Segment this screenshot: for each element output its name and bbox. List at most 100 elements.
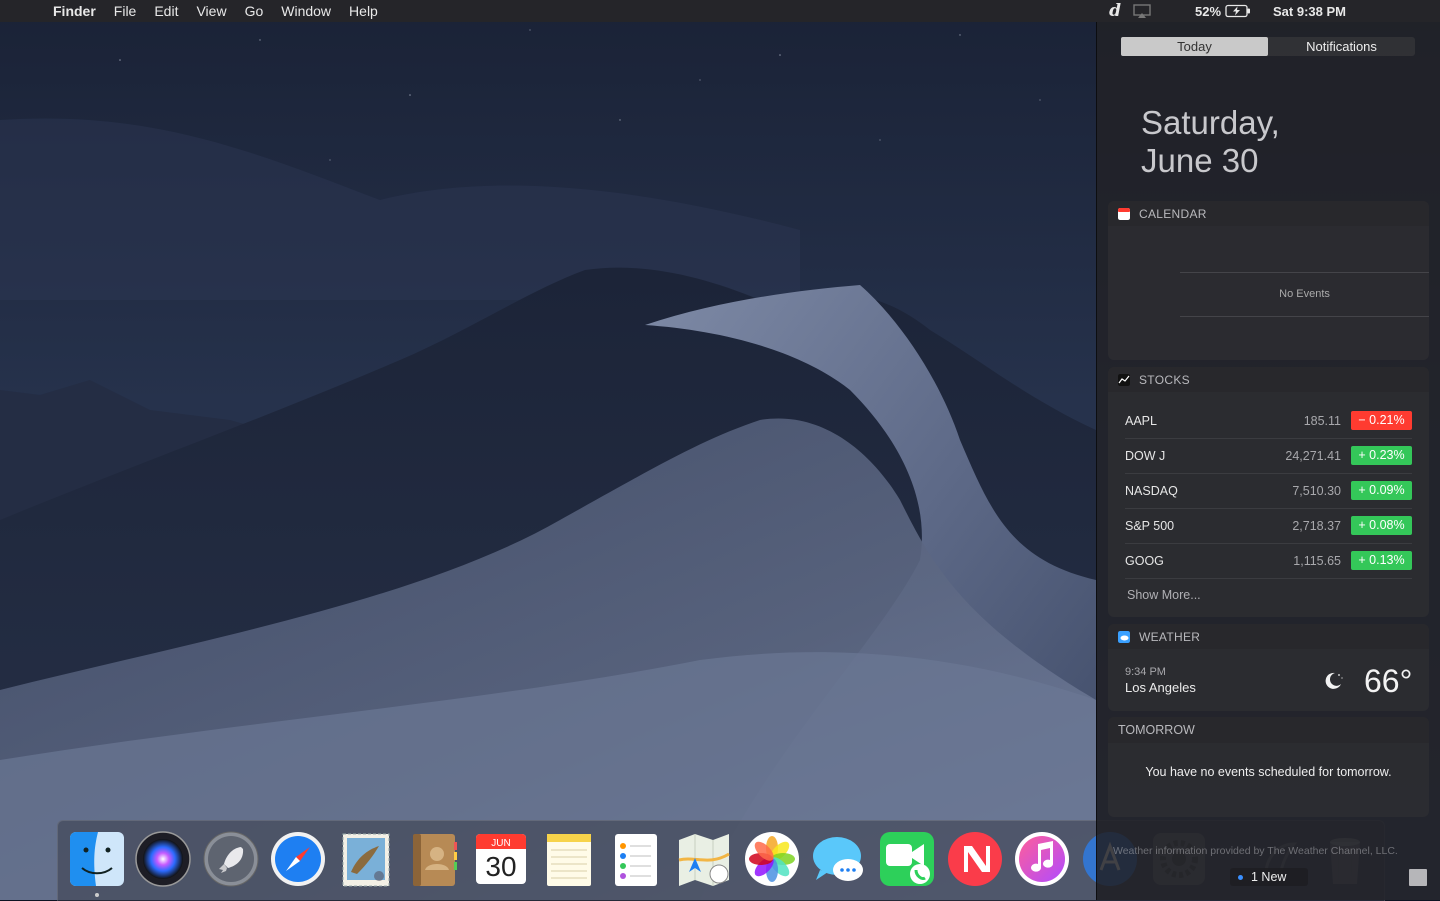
tomorrow-widget: TOMORROW You have no events scheduled fo… xyxy=(1108,717,1429,817)
dock-maps[interactable] xyxy=(675,830,733,888)
dock-siri[interactable] xyxy=(134,830,192,888)
dock-contacts[interactable] xyxy=(405,830,463,888)
dock-photos[interactable] xyxy=(743,830,801,888)
stocks-widget-header: STOCKS xyxy=(1108,367,1429,392)
dock-safari[interactable] xyxy=(269,830,327,888)
stock-row[interactable]: GOOG 1,115.65 + 0.13% xyxy=(1125,543,1412,579)
finder-icon xyxy=(70,832,124,886)
notification-center-settings-icon[interactable] xyxy=(1409,869,1427,886)
stock-symbol: S&P 500 xyxy=(1125,518,1175,533)
messages-icon xyxy=(813,837,863,881)
weather-widget-title: WEATHER xyxy=(1139,629,1201,644)
stock-row[interactable]: NASDAQ 7,510.30 + 0.09% xyxy=(1125,473,1412,509)
new-indicator-dot xyxy=(1238,875,1243,881)
contacts-book-icon xyxy=(413,834,457,886)
stocks-chart-icon xyxy=(1118,373,1130,386)
today-date-heading: Saturday, June 30 xyxy=(1141,104,1280,180)
music-note-icon xyxy=(1015,832,1069,886)
dock-facetime[interactable] xyxy=(878,830,936,888)
calendar-divider xyxy=(1180,316,1429,317)
weather-attribution: Weather information provided by The Weat… xyxy=(1113,845,1398,857)
stock-price: 2,718.37 xyxy=(1292,518,1341,533)
calendar-small-icon xyxy=(1118,207,1130,220)
today-notifications-tabs: Today Notifications xyxy=(1121,37,1415,56)
news-icon xyxy=(948,832,1002,886)
tab-today[interactable]: Today xyxy=(1121,37,1268,56)
calendar-widget-header: CALENDAR xyxy=(1108,201,1429,226)
dock-itunes[interactable] xyxy=(1013,830,1071,888)
reminders-icon xyxy=(615,834,657,886)
notification-center: Today Notifications Saturday, June 30 CA… xyxy=(1096,22,1440,900)
menu-app-finder[interactable]: Finder xyxy=(44,0,105,22)
notes-icon xyxy=(547,834,591,886)
menu-window[interactable]: Window xyxy=(272,0,340,22)
status-d-icon[interactable]: d xyxy=(1109,1,1121,21)
menu-clock[interactable]: Sat 9:38 PM xyxy=(1273,4,1346,19)
weather-temperature: 66° xyxy=(1364,663,1413,699)
dock-launchpad[interactable] xyxy=(202,830,260,888)
stock-row[interactable]: S&P 500 2,718.37 + 0.08% xyxy=(1125,508,1412,544)
finder-running-indicator xyxy=(95,893,99,897)
dock-messages[interactable] xyxy=(810,830,868,888)
weather-small-icon xyxy=(1118,630,1130,643)
stock-change-badge[interactable]: − 0.21% xyxy=(1351,411,1412,430)
facetime-icon xyxy=(880,832,934,886)
dock-finder[interactable] xyxy=(68,830,126,888)
calendar-divider xyxy=(1180,272,1429,273)
mail-stamp-icon xyxy=(342,833,390,887)
stock-symbol: GOOG xyxy=(1125,553,1164,568)
rocket-icon xyxy=(203,831,259,887)
menu-help[interactable]: Help xyxy=(340,0,387,22)
stock-row[interactable]: AAPL 185.11 − 0.21% xyxy=(1125,403,1412,439)
menu-file[interactable]: File xyxy=(105,0,146,22)
stock-change-badge[interactable]: + 0.23% xyxy=(1351,446,1412,465)
stock-change-badge[interactable]: + 0.09% xyxy=(1351,481,1412,500)
moon-icon xyxy=(1325,672,1343,689)
calendar-widget: CALENDAR No Events xyxy=(1108,201,1429,360)
weather-city[interactable]: Los Angeles xyxy=(1125,680,1196,695)
calendar-icon: JUN 30 xyxy=(476,834,526,884)
weather-widget: WEATHER 9:34 PM Los Angeles 66° xyxy=(1108,624,1429,711)
dock-notes[interactable] xyxy=(540,830,598,888)
tomorrow-message: You have no events scheduled for tomorro… xyxy=(1145,765,1392,779)
stock-price: 7,510.30 xyxy=(1292,483,1341,498)
stock-price: 24,271.41 xyxy=(1285,448,1341,463)
tab-notifications[interactable]: Notifications xyxy=(1268,37,1415,56)
stock-change-badge[interactable]: + 0.13% xyxy=(1351,551,1412,570)
stock-symbol: AAPL xyxy=(1125,413,1157,428)
siri-icon xyxy=(135,831,191,887)
menu-edit[interactable]: Edit xyxy=(145,0,187,22)
stock-price: 185.11 xyxy=(1303,413,1341,428)
dock-calendar-month: JUN xyxy=(491,838,510,849)
photos-icon xyxy=(745,832,799,886)
date-weekday: Saturday, xyxy=(1141,104,1280,141)
menu-view[interactable]: View xyxy=(187,0,235,22)
calendar-widget-title: CALENDAR xyxy=(1139,206,1207,221)
weather-widget-header: WEATHER xyxy=(1108,624,1429,649)
stocks-widget: STOCKS AAPL 185.11 − 0.21% DOW J 24,271.41 + … xyxy=(1108,367,1429,617)
calendar-no-events: No Events xyxy=(1279,288,1330,300)
weather-time: 9:34 PM xyxy=(1125,666,1166,678)
dock-mail[interactable] xyxy=(337,830,395,888)
menu-go[interactable]: Go xyxy=(236,0,273,22)
stock-symbol: DOW J xyxy=(1125,448,1166,463)
stocks-widget-title: STOCKS xyxy=(1139,372,1190,387)
stocks-show-more-link[interactable]: Show More... xyxy=(1127,588,1201,602)
status-area: d 52% Sat 9:38 PM xyxy=(1109,0,1440,22)
battery-charging-icon[interactable] xyxy=(1225,4,1251,18)
dock-calendar-day: 30 xyxy=(485,851,516,882)
airplay-icon[interactable] xyxy=(1133,4,1151,18)
date-month-day: June 30 xyxy=(1141,142,1259,179)
stock-change-badge[interactable]: + 0.08% xyxy=(1351,516,1412,535)
dock-reminders[interactable] xyxy=(607,830,665,888)
battery-percent[interactable]: 52% xyxy=(1195,4,1221,19)
stock-symbol: NASDAQ xyxy=(1125,483,1178,498)
new-widgets-button[interactable]: 1 New xyxy=(1230,868,1308,886)
tomorrow-widget-title: TOMORROW xyxy=(1108,717,1429,743)
compass-icon xyxy=(271,832,325,886)
stock-row[interactable]: DOW J 24,271.41 + 0.23% xyxy=(1125,438,1412,474)
dock-calendar[interactable]: JUN 30 xyxy=(472,830,530,888)
stock-price: 1,115.65 xyxy=(1293,553,1341,568)
dock-news[interactable] xyxy=(946,830,1004,888)
menu-bar: Finder File Edit View Go Window Help d 5… xyxy=(0,0,1440,22)
